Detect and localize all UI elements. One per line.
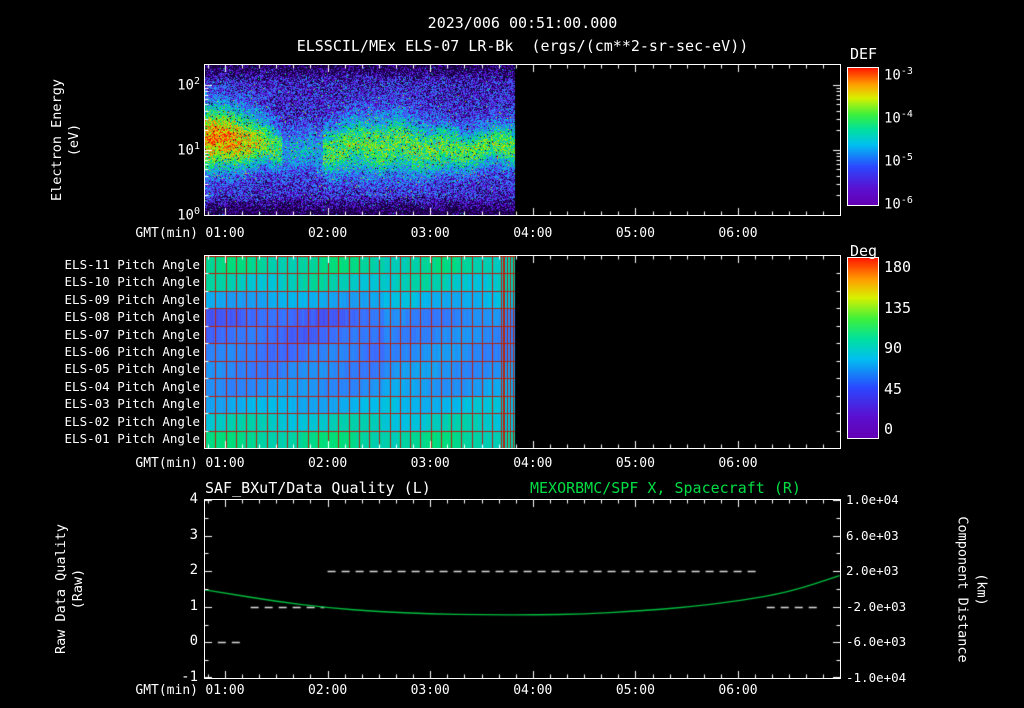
pitch-row-label: ELS-02 Pitch Angle	[64, 413, 200, 429]
deg-colorbar	[847, 257, 879, 439]
quality-y-tick-label: -1	[181, 669, 198, 685]
deg-colorbar-tick-label: 135	[884, 298, 912, 317]
pitch-row-label: ELS-01 Pitch Angle	[64, 431, 200, 447]
spectrogram-panel	[204, 64, 841, 216]
distance-y-tick-label: 2.0e+03	[846, 563, 899, 579]
x-tick-label-p1: 02:00	[308, 226, 348, 241]
x-tick-label-p1: 06:00	[718, 226, 758, 241]
axis-label-line: (Raw)	[70, 568, 86, 610]
quality-y-tick-label: 0	[189, 633, 198, 650]
deg-colorbar-tick-label: 90	[884, 339, 903, 357]
quality-y-tick-label: 3	[189, 526, 198, 543]
pitch-angle-canvas	[205, 256, 840, 448]
x-tick-label-p1: 05:00	[615, 226, 655, 241]
axis-label-line: (eV)	[66, 123, 82, 157]
p1-y-tick-label: 101	[146, 141, 200, 159]
electron-energy-axis-label: Electron Energy (eV)	[49, 30, 83, 250]
deg-colorbar-tick-label: 0	[884, 420, 894, 438]
page-title: 2023/006 00:51:00.000	[427, 14, 618, 32]
pitch-angle-panel	[204, 255, 841, 449]
x-tick-label-p3: 05:00	[615, 683, 655, 698]
tick-base: 10	[884, 196, 901, 213]
x-tick-label-p1: 03:00	[410, 226, 450, 241]
distance-y-tick-label: -1.0e+04	[846, 670, 907, 685]
plot-subtitle: ELSSCIL/MEx ELS-07 LR-Bk (ergs/(cm**2-sr…	[296, 37, 749, 55]
deg-colorbar-tick-label: 180	[884, 258, 912, 276]
x-tick-label-p1: 04:00	[513, 226, 553, 241]
x-tick-label-p2: 03:00	[410, 456, 450, 471]
tick-base: 10	[177, 207, 194, 224]
spectrogram-screen: 2023/006 00:51:00.000 ELSSCIL/MEx ELS-07…	[0, 0, 1024, 708]
x-tick-label-p3: 04:00	[513, 683, 553, 698]
spectrogram-canvas	[205, 65, 840, 215]
tick-exponent: -5	[900, 152, 913, 163]
distance-y-tick-label: -2.0e+03	[846, 598, 907, 614]
x-tick-label-p3: 06:00	[718, 683, 758, 698]
distance-y-tick-label: 1.0e+04	[846, 492, 899, 507]
distance-y-tick-label: 6.0e+03	[846, 527, 899, 543]
quality-y-tick-label: 2	[189, 562, 198, 579]
line-plot-canvas	[205, 500, 840, 678]
def-colorbar-title: DEF	[850, 45, 878, 63]
def-colorbar-tick-label: 10-6	[884, 195, 913, 213]
x-tick-label-p3: 01:00	[205, 683, 245, 698]
x-tick-label-p2: 02:00	[308, 456, 348, 471]
pitch-row-label: ELS-03 Pitch Angle	[64, 396, 200, 412]
quality-y-tick-label: 1	[189, 597, 198, 614]
component-distance-axis-label: Component Distance	[954, 516, 971, 663]
p1-y-tick-label: 100	[146, 206, 200, 224]
pitch-row-label: ELS-11 Pitch Angle	[64, 256, 200, 272]
tick-base: 10	[884, 67, 901, 84]
tick-exponent: -6	[900, 195, 913, 206]
tick-exponent: 2	[193, 75, 200, 87]
x-tick-label-p3: 02:00	[308, 683, 348, 698]
quality-y-tick-label: 4	[189, 491, 198, 507]
deg-colorbar-title: Deg	[850, 242, 878, 260]
x-tick-label-p2: 05:00	[615, 456, 655, 471]
gmt-axis-label: GMT(min)	[135, 226, 198, 241]
def-colorbar	[847, 67, 879, 206]
x-tick-label-p2: 06:00	[718, 456, 758, 471]
quality-distance-panel	[204, 499, 841, 679]
quality-plot-title: SAF_BXuT/Data Quality (L)	[205, 479, 431, 497]
pitch-row-label: ELS-05 Pitch Angle	[64, 361, 200, 377]
tick-base: 10	[884, 153, 901, 170]
tick-base: 10	[177, 77, 194, 94]
pitch-row-label: ELS-09 Pitch Angle	[64, 291, 200, 307]
deg-colorbar-tick-label: 45	[884, 379, 903, 398]
axis-label-line: Electron Energy	[49, 79, 65, 201]
raw-data-quality-axis-label: Raw Data Quality (Raw)	[53, 479, 87, 699]
tick-exponent: -4	[900, 109, 913, 120]
axis-label-line: Raw Data Quality	[53, 523, 69, 655]
tick-base: 10	[884, 110, 901, 127]
gmt-axis-label: GMT(min)	[135, 683, 198, 698]
spacecraft-plot-title: MEXORBMC/SPF X, Spacecraft (R)	[530, 479, 801, 497]
pitch-row-label: ELS-10 Pitch Angle	[64, 274, 200, 290]
tick-base: 10	[177, 142, 194, 159]
tick-exponent: 1	[193, 140, 200, 152]
def-colorbar-tick-label: 10-3	[884, 66, 913, 84]
x-tick-label-p3: 03:00	[410, 683, 450, 698]
gmt-axis-label: GMT(min)	[135, 456, 198, 471]
pitch-row-label: ELS-08 Pitch Angle	[64, 309, 200, 325]
def-colorbar-tick-label: 10-5	[884, 152, 913, 170]
x-tick-label-p2: 01:00	[205, 456, 245, 471]
def-colorbar-tick-label: 10-4	[884, 109, 913, 127]
component-distance-units-label: (km)	[973, 573, 990, 606]
pitch-row-label: ELS-04 Pitch Angle	[64, 378, 200, 394]
pitch-row-label: ELS-07 Pitch Angle	[64, 326, 200, 342]
distance-y-tick-label: -6.0e+03	[846, 634, 907, 650]
p1-y-tick-label: 102	[146, 76, 200, 94]
x-tick-label-p2: 04:00	[513, 456, 553, 471]
pitch-row-label: ELS-06 Pitch Angle	[64, 343, 200, 359]
tick-exponent: 0	[193, 206, 200, 217]
tick-exponent: -3	[900, 66, 913, 77]
x-tick-label-p1: 01:00	[205, 226, 245, 241]
